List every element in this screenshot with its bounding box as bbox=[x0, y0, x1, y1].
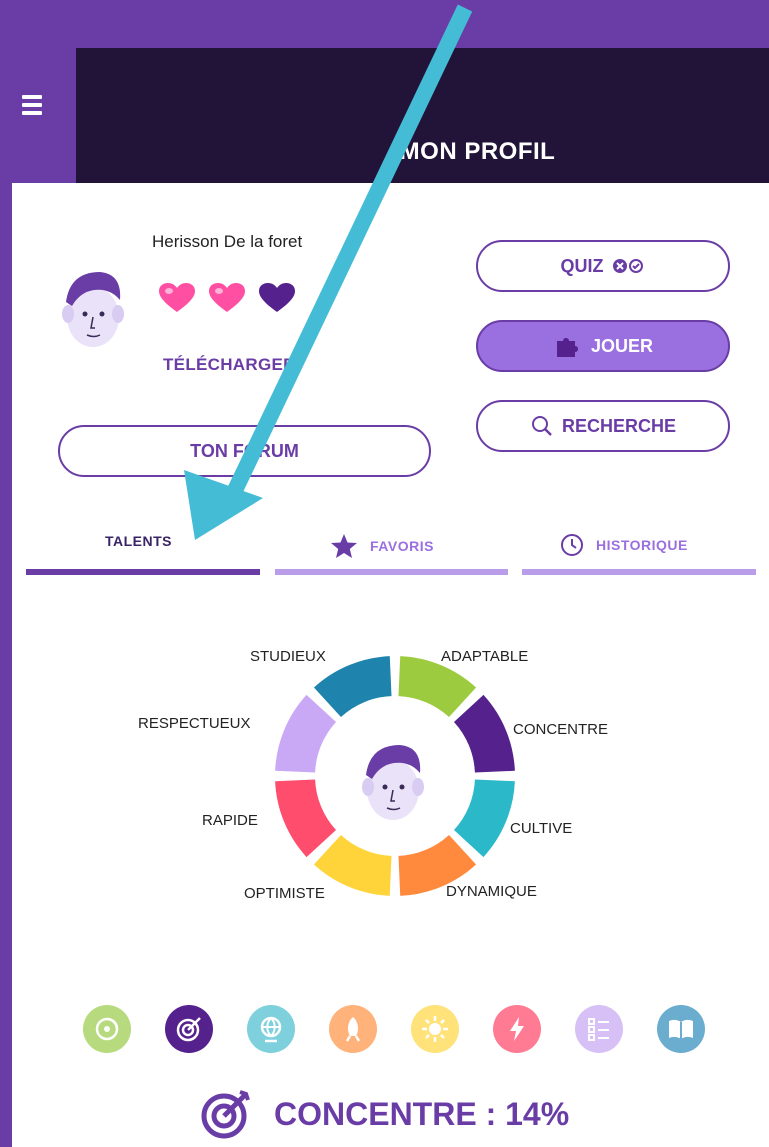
talent-label-rapide: RAPIDE bbox=[202, 812, 258, 829]
app-header: MON PROFIL bbox=[76, 48, 769, 183]
tab-talents[interactable]: TALENTS bbox=[105, 533, 172, 549]
username: Herisson De la foret bbox=[152, 232, 303, 251]
talent-label-adaptable: ADAPTABLE bbox=[441, 648, 529, 665]
lightning-icon[interactable] bbox=[493, 1005, 541, 1053]
heart-empty-icon bbox=[259, 283, 295, 312]
talent-label-studieux: STUDIEUX bbox=[250, 648, 326, 665]
tab-label: FAVORIS bbox=[370, 538, 434, 554]
rocket-icon[interactable] bbox=[329, 1005, 377, 1053]
download-link[interactable]: TÉLÉCHARGER bbox=[163, 355, 296, 375]
star-icon bbox=[331, 534, 357, 558]
menu-icon[interactable] bbox=[22, 95, 54, 117]
forum-button-label: TON FORUM bbox=[190, 440, 299, 461]
quiz-button[interactable]: QUIZ bbox=[476, 240, 730, 292]
globe-icon[interactable] bbox=[247, 1005, 295, 1053]
target-icon bbox=[201, 1090, 250, 1139]
talent-label-concentre: CONCENTRE bbox=[513, 721, 609, 738]
play-button[interactable]: JOUER bbox=[476, 320, 730, 372]
lives-hearts bbox=[158, 282, 296, 314]
search-button-label: RECHERCHE bbox=[561, 415, 676, 436]
search-button[interactable]: RECHERCHE bbox=[476, 400, 730, 452]
search-icon bbox=[531, 416, 552, 436]
talent-label-dynamique: DYNAMIQUE bbox=[446, 883, 537, 900]
target-icon[interactable] bbox=[165, 1005, 213, 1053]
page-title: MON PROFIL bbox=[399, 138, 556, 165]
tab-indicator-active bbox=[26, 569, 260, 575]
checklist-icon[interactable] bbox=[575, 1005, 623, 1053]
talent-label-cultive: CULTIVE bbox=[510, 820, 573, 837]
book-icon[interactable] bbox=[657, 1005, 705, 1053]
talent-label-respectueux: RESPECTUEUX bbox=[138, 715, 251, 732]
adaptable-icon[interactable] bbox=[83, 1005, 131, 1053]
avatar bbox=[62, 272, 124, 347]
talent-icon-row bbox=[83, 1005, 705, 1055]
tab-label: TALENTS bbox=[105, 533, 173, 549]
sun-icon[interactable] bbox=[411, 1005, 459, 1053]
quiz-button-label: QUIZ bbox=[560, 255, 604, 276]
tab-historique[interactable]: HISTORIQUE bbox=[560, 533, 688, 557]
tab-indicator bbox=[275, 569, 508, 575]
tab-indicator bbox=[522, 569, 756, 575]
puzzle-icon bbox=[556, 338, 578, 357]
talent-label-optimiste: OPTIMISTE bbox=[244, 885, 325, 902]
forum-button[interactable]: TON FORUM bbox=[58, 425, 431, 477]
tab-label: HISTORIQUE bbox=[596, 537, 688, 553]
clock-icon bbox=[561, 534, 583, 556]
selected-talent-result: CONCENTRE : 14% bbox=[200, 1088, 569, 1140]
tab-favoris[interactable]: FAVORIS bbox=[330, 533, 434, 559]
heart-full-icon bbox=[159, 283, 195, 312]
quiz-icon bbox=[612, 259, 643, 273]
heart-full-icon bbox=[209, 283, 245, 312]
selected-talent-text: CONCENTRE : 14% bbox=[274, 1095, 570, 1132]
play-button-label: JOUER bbox=[590, 335, 653, 356]
